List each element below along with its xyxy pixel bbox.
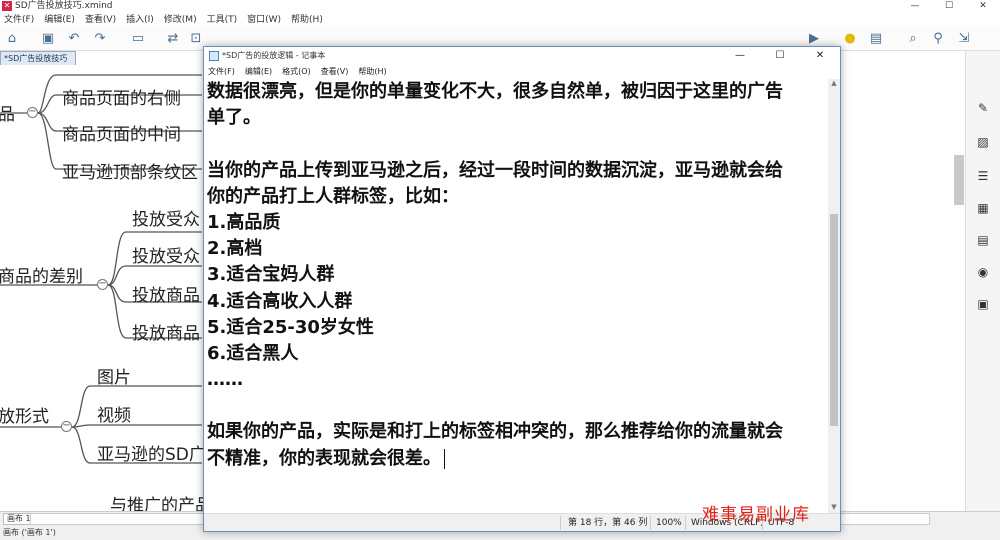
text-line: 你的产品打上人群标签，比如： bbox=[207, 185, 459, 207]
status-divider bbox=[685, 516, 686, 530]
connector-line bbox=[71, 424, 202, 428]
topic-icon[interactable]: ▭ bbox=[130, 31, 146, 47]
zoom-level: 100% bbox=[656, 518, 682, 528]
topic-right-side[interactable]: 商品页面的右侧 bbox=[62, 84, 181, 109]
cursor-position: 第 18 行，第 46 列 bbox=[568, 518, 648, 528]
notepad-scrollbar[interactable]: ▲ ▼ bbox=[828, 79, 840, 513]
text-line: 4.适合高收入人群 bbox=[207, 290, 353, 312]
text-caret bbox=[444, 448, 445, 469]
np-menu-edit[interactable]: 编辑(E) bbox=[245, 65, 272, 79]
notes-icon[interactable]: ▤ bbox=[976, 233, 990, 247]
close-button[interactable]: ✕ bbox=[966, 0, 1000, 13]
text-line: …… bbox=[207, 369, 243, 391]
task-icon[interactable]: ▣ bbox=[976, 297, 990, 311]
save-icon[interactable]: ▣ bbox=[40, 31, 56, 47]
markers-icon[interactable]: ▦ bbox=[976, 201, 990, 215]
text-line-last: 不精准，你的表现就会很差。 bbox=[207, 446, 827, 472]
canvas-scrollbar[interactable] bbox=[954, 155, 964, 205]
tab-label: *SD广告投放技巧 bbox=[4, 54, 68, 63]
xmind-window-title: SD广告投放技巧.xmind bbox=[15, 1, 113, 11]
text-line: 当你的产品上传到亚马逊之后，经过一段时间的数据沉淀，亚马逊就会给 bbox=[207, 159, 783, 181]
np-menu-format[interactable]: 格式(O) bbox=[282, 65, 311, 79]
notepad-window: *SD广告的投放逻辑 - 记事本 — ☐ ✕ 文件(F) 编辑(E) 格式(O)… bbox=[203, 46, 841, 532]
notepad-icon bbox=[209, 51, 219, 61]
menu-file[interactable]: 文件(F) bbox=[4, 13, 34, 27]
notepad-text-area[interactable]: 数据很漂亮，但是你的单量变化不大，很多自然单，被归因于这里的广告 单了。 当你的… bbox=[207, 79, 827, 513]
collapse-icon[interactable]: − bbox=[27, 107, 38, 118]
xmind-menu-bar: 文件(F) 编辑(E) 查看(V) 插入(I) 修改(M) 工具(T) 窗口(W… bbox=[0, 13, 1000, 27]
connector-line bbox=[71, 385, 202, 428]
text-line: 2.高档 bbox=[207, 238, 263, 260]
topic-sd-ad[interactable]: 亚马逊的SD广 bbox=[97, 440, 206, 465]
np-menu-help[interactable]: 帮助(H) bbox=[358, 65, 386, 79]
text-line: 如果你的产品，实际是和打上的标签相冲突的，那么推荐给你的流量就会 bbox=[207, 421, 783, 443]
notepad-minimize-button[interactable]: — bbox=[720, 47, 760, 65]
text-line: 数据很漂亮，但是你的单量变化不大，很多自然单，被归因于这里的广告 bbox=[207, 81, 783, 102]
topic-audience-2[interactable]: 投放受众 bbox=[132, 242, 200, 267]
notepad-title-bar: *SD广告的投放逻辑 - 记事本 — ☐ ✕ bbox=[204, 47, 840, 65]
comment-icon[interactable]: ◉ bbox=[976, 265, 990, 279]
scroll-up-icon[interactable]: ▲ bbox=[828, 79, 840, 89]
tab-mindmap[interactable]: *SD广告投放技巧✕ bbox=[0, 51, 76, 76]
notepad-title: *SD广告的投放逻辑 - 记事本 bbox=[222, 51, 326, 60]
watermark: 难事易副业库 bbox=[702, 505, 810, 525]
scroll-down-icon[interactable]: ▼ bbox=[828, 503, 840, 513]
topic-top-banner[interactable]: 亚马逊顶部条纹区 bbox=[62, 158, 198, 183]
menu-edit[interactable]: 编辑(E) bbox=[44, 13, 75, 27]
topic-audience-1[interactable]: 投放受众 bbox=[132, 205, 200, 230]
topic-product-diff[interactable]: 商品的差别 bbox=[0, 262, 83, 287]
home-icon[interactable]: ⌂ bbox=[4, 31, 20, 47]
text-line bbox=[207, 393, 827, 419]
gallery-icon[interactable]: ▤ bbox=[868, 31, 884, 47]
menu-help[interactable]: 帮助(H) bbox=[291, 13, 323, 27]
text-line: 5.适合25-30岁女性 bbox=[207, 316, 374, 338]
text-line: 3.适合宝妈人群 bbox=[207, 264, 335, 286]
text-line-content: 不精准，你的表现就会很差。 bbox=[207, 447, 441, 469]
text-line: 单了。 bbox=[207, 107, 261, 129]
menu-insert[interactable]: 插入(I) bbox=[126, 13, 154, 27]
topic-ad-format[interactable]: 放形式 bbox=[0, 402, 49, 427]
undo-icon[interactable]: ↶ bbox=[66, 31, 82, 47]
menu-modify[interactable]: 修改(M) bbox=[164, 13, 197, 27]
image-icon[interactable]: ▨ bbox=[976, 135, 990, 149]
xmind-app-icon: ✕ bbox=[2, 1, 12, 11]
notepad-maximize-button[interactable]: ☐ bbox=[760, 47, 800, 65]
np-menu-file[interactable]: 文件(F) bbox=[208, 65, 235, 79]
share-icon[interactable]: ⚲ bbox=[930, 31, 946, 47]
topic-bottom-partial[interactable]: 与推广的产品 bbox=[110, 491, 212, 511]
topic-product-2[interactable]: 投放商品 bbox=[132, 319, 200, 344]
redo-icon[interactable]: ↷ bbox=[92, 31, 108, 47]
topic-middle[interactable]: 商品页面的中间 bbox=[62, 120, 181, 145]
minimize-button[interactable]: — bbox=[898, 0, 932, 13]
menu-tools[interactable]: 工具(T) bbox=[207, 13, 238, 27]
status-divider bbox=[560, 516, 561, 530]
notepad-close-button[interactable]: ✕ bbox=[800, 47, 840, 65]
menu-view[interactable]: 查看(V) bbox=[85, 13, 116, 27]
idea-icon[interactable]: ● bbox=[842, 31, 858, 47]
np-menu-view[interactable]: 查看(V) bbox=[321, 65, 349, 79]
menu-window[interactable]: 窗口(W) bbox=[247, 13, 281, 27]
collapse-icon[interactable]: − bbox=[61, 421, 72, 432]
relationship-icon[interactable]: ⇄ bbox=[165, 31, 181, 47]
outline-icon[interactable]: ☰ bbox=[976, 169, 990, 183]
style-icon[interactable]: ✎ bbox=[976, 101, 990, 115]
text-line: 1.高品质 bbox=[207, 211, 281, 233]
right-side-panel: ✎ ▨ ☰ ▦ ▤ ◉ ▣ bbox=[965, 51, 1000, 511]
collapse-icon[interactable]: − bbox=[97, 279, 108, 290]
status-divider bbox=[650, 516, 651, 530]
text-line bbox=[207, 131, 827, 157]
search-icon[interactable]: ⌕ bbox=[905, 31, 921, 47]
topic-partial-top[interactable]: 品 bbox=[0, 100, 15, 125]
text-line: 6.适合黑人 bbox=[207, 342, 299, 364]
export-icon[interactable]: ⇲ bbox=[956, 31, 972, 47]
topic-product-1[interactable]: 投放商品 bbox=[132, 281, 200, 306]
boundary-icon[interactable]: ⊡ bbox=[188, 31, 204, 47]
notepad-menu-bar: 文件(F) 编辑(E) 格式(O) 查看(V) 帮助(H) bbox=[204, 65, 840, 79]
presentation-icon[interactable]: ▶ bbox=[806, 31, 822, 47]
maximize-button[interactable]: ☐ bbox=[932, 0, 966, 13]
topic-image[interactable]: 图片 bbox=[97, 363, 131, 388]
topic-video[interactable]: 视频 bbox=[97, 401, 131, 426]
scroll-thumb[interactable] bbox=[830, 214, 838, 426]
xmind-title-bar: ✕ SD广告投放技巧.xmind — ☐ ✕ bbox=[0, 0, 1000, 13]
